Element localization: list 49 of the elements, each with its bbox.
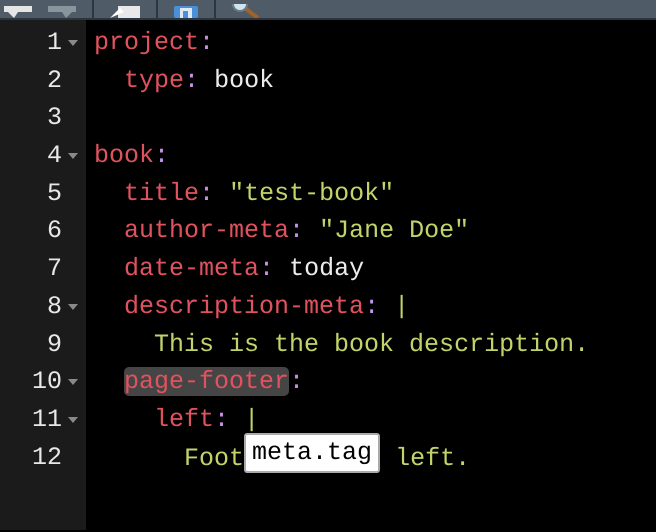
code-token: : [214,404,230,434]
code-token: title [124,178,200,208]
fold-arrow-icon[interactable] [68,302,78,312]
line-number: 5 [46,178,62,210]
code-token: : [289,367,304,396]
line-number: 9 [46,328,62,360]
line-number: 11 [32,404,62,436]
tooltip: meta.tag [244,432,380,473]
code-token: project [94,28,200,57]
code-token: : [154,141,170,170]
code-token: | [244,404,260,434]
save-icon[interactable] [174,6,198,18]
line-number: 7 [46,253,62,286]
line-number: 3 [46,102,62,134]
code-token: Foot [184,444,244,473]
line-number: 12 [32,442,62,474]
code-token: : [184,66,200,95]
document-arrow-icon[interactable] [110,6,140,18]
code-token: "test-book" [229,178,394,208]
fold-arrow-icon[interactable] [68,150,78,161]
line-number: 2 [46,64,62,97]
code-token: "Jane Doe" [319,216,470,246]
code-token: today [289,254,364,284]
code-token: description-meta [124,292,364,321]
line-number: 4 [46,140,62,172]
back-icon[interactable] [4,6,32,18]
code-token: : [199,28,214,57]
fold-arrow-icon[interactable] [68,414,78,425]
line-number: 6 [46,215,62,248]
line-number: 8 [46,290,62,323]
code-token: : [199,178,214,208]
code-token: left. [395,444,470,473]
code-token: book [214,66,274,95]
fold-arrow-icon[interactable] [68,377,78,388]
code-token: left [154,404,214,434]
fold-arrow-icon[interactable] [68,38,78,48]
code-token: : [364,292,380,321]
code-token: book [94,141,154,170]
code-token: | [394,292,410,321]
line-number: 10 [32,366,62,398]
code-token: : [259,254,274,284]
code-token: type [124,66,184,95]
code-token: page-footer [124,367,290,396]
code-token: This is the book description. [154,330,590,358]
code-token: date-meta [124,254,260,284]
code-token: : [289,216,304,246]
line-number: 1 [46,27,62,59]
code-token: author-meta [124,216,290,246]
search-icon[interactable] [232,4,260,18]
